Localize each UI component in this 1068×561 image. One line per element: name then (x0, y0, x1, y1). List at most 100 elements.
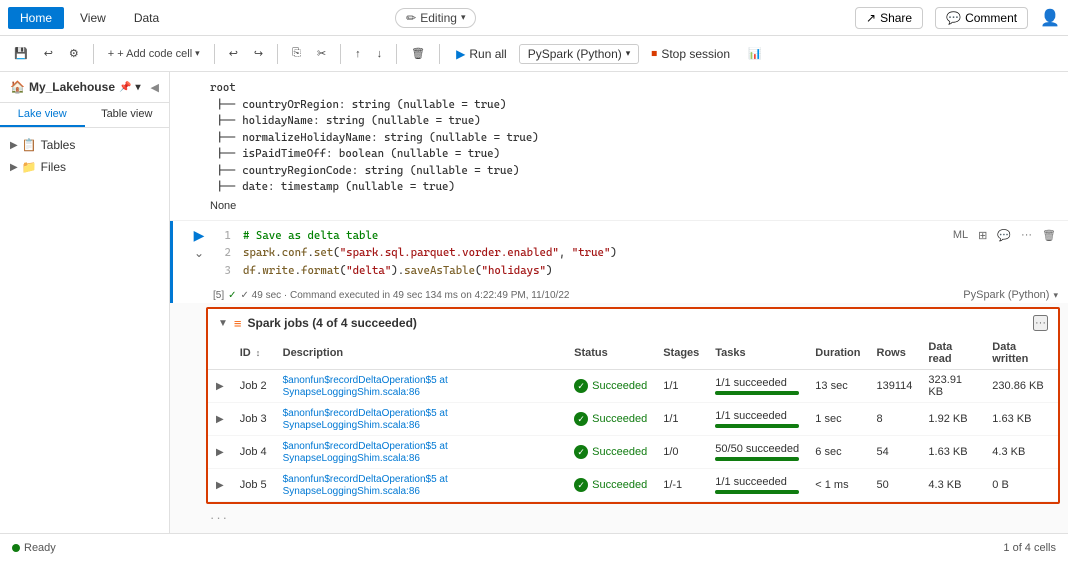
cell-ml-button[interactable]: ML (949, 227, 972, 244)
progress-bar-0 (715, 391, 799, 395)
sep6 (439, 44, 440, 64)
sidebar-header: 🏠 My_Lakehouse 📌 ▾ ◀ (0, 72, 169, 103)
row-expand-1[interactable]: ▶ (208, 403, 232, 436)
col-data-read: Data read (920, 337, 984, 370)
copy-button[interactable]: ⎘ (286, 44, 307, 63)
row-data-written-0: 230.86 KB (984, 370, 1058, 403)
code-line-3: 3 df.write.format("delta").saveAsTable("… (217, 262, 937, 280)
cell-comment-btn[interactable]: 💬 (993, 227, 1015, 244)
nav-tab-data[interactable]: Data (122, 7, 171, 29)
row-status-0: ✓ Succeeded (566, 370, 655, 403)
line-num-2: 2 (217, 244, 231, 262)
success-dot-2: ✓ (574, 445, 588, 459)
sidebar-item-tables[interactable]: ▶ 📋 Tables (0, 134, 169, 156)
pencil-icon: ✏ (406, 11, 416, 25)
arrow-right-icon: ▶ (10, 140, 18, 151)
row-id-1: Job 3 (232, 403, 275, 436)
cell-delete-btn[interactable]: 🗑 (1038, 227, 1060, 244)
row-desc-3[interactable]: $anonfun$recordDeltaOperation$5 at Synap… (275, 469, 567, 502)
spark-panel-collapse-btn[interactable]: ▼ (218, 318, 228, 329)
row-expand-0[interactable]: ▶ (208, 370, 232, 403)
more-dots[interactable]: ··· (170, 508, 1068, 527)
cut-icon: ✂ (317, 47, 326, 60)
sidebar-tab-table-view[interactable]: Table view (85, 103, 170, 127)
progress-bar-3 (715, 490, 799, 494)
cell-run-button[interactable]: ▶ (194, 227, 205, 244)
undo2-button[interactable]: ↩ (223, 44, 244, 63)
chevron-down-icon[interactable]: ▾ (135, 82, 140, 93)
dropdown-arrow: ▾ (195, 48, 200, 59)
col-rows: Rows (869, 337, 921, 370)
table-row: ▶ Job 4 $anonfun$recordDeltaOperation$5 … (208, 436, 1058, 469)
expand-row-btn-3[interactable]: ▶ (216, 480, 224, 491)
kernel-dropdown-arrow[interactable]: ▾ (1053, 290, 1058, 301)
row-data-written-2: 4.3 KB (984, 436, 1058, 469)
expand-row-btn-2[interactable]: ▶ (216, 447, 224, 458)
redo-button[interactable]: ↪ (248, 44, 269, 63)
nav-tab-view[interactable]: View (68, 7, 118, 29)
comment-icon: 💬 (946, 11, 961, 25)
row-duration-1: 1 sec (807, 403, 868, 436)
kernel-dropdown-icon: ▾ (626, 48, 631, 59)
row-data-read-0: 323.91 KB (920, 370, 984, 403)
sep3 (277, 44, 278, 64)
save-button[interactable]: 💾 (8, 44, 34, 63)
row-desc-0[interactable]: $anonfun$recordDeltaOperation$5 at Synap… (275, 370, 567, 403)
cell-expand-btn2[interactable]: ⊞ (974, 227, 991, 244)
progress-bar-1 (715, 424, 799, 428)
sep5 (396, 44, 397, 64)
cell-more-btn[interactable]: ··· (1017, 227, 1036, 244)
expand-row-btn-1[interactable]: ▶ (216, 414, 224, 425)
undo-button[interactable]: ↩ (38, 44, 59, 63)
editing-badge[interactable]: ✏ Editing ▾ (395, 8, 476, 28)
share-button[interactable]: ↗ Share (855, 7, 923, 29)
row-stages-0: 1/1 (655, 370, 707, 403)
sidebar-tab-lake-view[interactable]: Lake view (0, 103, 85, 127)
pin-icon: 📌 (119, 82, 131, 93)
cell-kernel-label: PySpark (Python) ▾ (963, 289, 1058, 301)
expand-row-btn-0[interactable]: ▶ (216, 381, 224, 392)
kernel-selector[interactable]: PySpark (Python) ▾ (519, 44, 640, 64)
row-id-3: Job 5 (232, 469, 275, 502)
nav-right: ↗ Share 💬 Comment 👤 (855, 7, 1060, 29)
collapse-sidebar-icon[interactable]: ◀ (151, 81, 159, 94)
monitor-button[interactable]: 📊 (742, 44, 768, 63)
sep4 (340, 44, 341, 64)
cell-expand-button[interactable]: ⌄ (194, 246, 204, 260)
user-icon[interactable]: 👤 (1040, 8, 1060, 28)
row-data-written-1: 1.63 KB (984, 403, 1058, 436)
settings-button[interactable]: ⚙ (63, 44, 85, 63)
row-expand-2[interactable]: ▶ (208, 436, 232, 469)
add-cell-row: + + Code + + Markdown (170, 527, 1068, 533)
success-dot-3: ✓ (574, 478, 588, 492)
row-desc-1[interactable]: $anonfun$recordDeltaOperation$5 at Synap… (275, 403, 567, 436)
run-all-button[interactable]: ▶ Run all (448, 44, 515, 64)
move-down-icon: ↓ (377, 48, 383, 60)
share-icon: ↗ (866, 11, 876, 25)
row-rows-0: 139114 (869, 370, 921, 403)
cut-button[interactable]: ✂ (311, 44, 332, 63)
stop-session-button[interactable]: ⏹ Stop session (643, 43, 738, 64)
add-code-cell-button[interactable]: + + Add code cell ▾ (102, 45, 206, 63)
tables-icon: 📋 (22, 138, 37, 152)
comment-button[interactable]: 💬 Comment (935, 7, 1028, 29)
spark-panel-more-btn[interactable]: ··· (1033, 315, 1048, 331)
row-data-read-2: 1.63 KB (920, 436, 984, 469)
move-down-button[interactable]: ↓ (371, 45, 389, 63)
chevron-down-icon: ▾ (461, 12, 466, 23)
move-up-button[interactable]: ↑ (349, 45, 367, 63)
sidebar-item-files[interactable]: ▶ 📁 Files (0, 156, 169, 178)
nav-tab-home[interactable]: Home (8, 7, 64, 29)
row-data-written-3: 0 B (984, 469, 1058, 502)
table-row: ▶ Job 5 $anonfun$recordDeltaOperation$5 … (208, 469, 1058, 502)
progress-bar-wrap-1 (715, 424, 799, 428)
delete-button[interactable]: 🗑 (405, 44, 431, 63)
undo-icon: ↩ (44, 47, 53, 60)
row-id-2: Job 4 (232, 436, 275, 469)
row-data-read-1: 1.92 KB (920, 403, 984, 436)
cell-footer: [5] ✓ ✓ 49 sec · Command executed in 49 … (173, 287, 1068, 303)
row-desc-2[interactable]: $anonfun$recordDeltaOperation$5 at Synap… (275, 436, 567, 469)
row-expand-3[interactable]: ▶ (208, 469, 232, 502)
col-description: Description (275, 337, 567, 370)
col-id[interactable]: ID ↕ (232, 337, 275, 370)
